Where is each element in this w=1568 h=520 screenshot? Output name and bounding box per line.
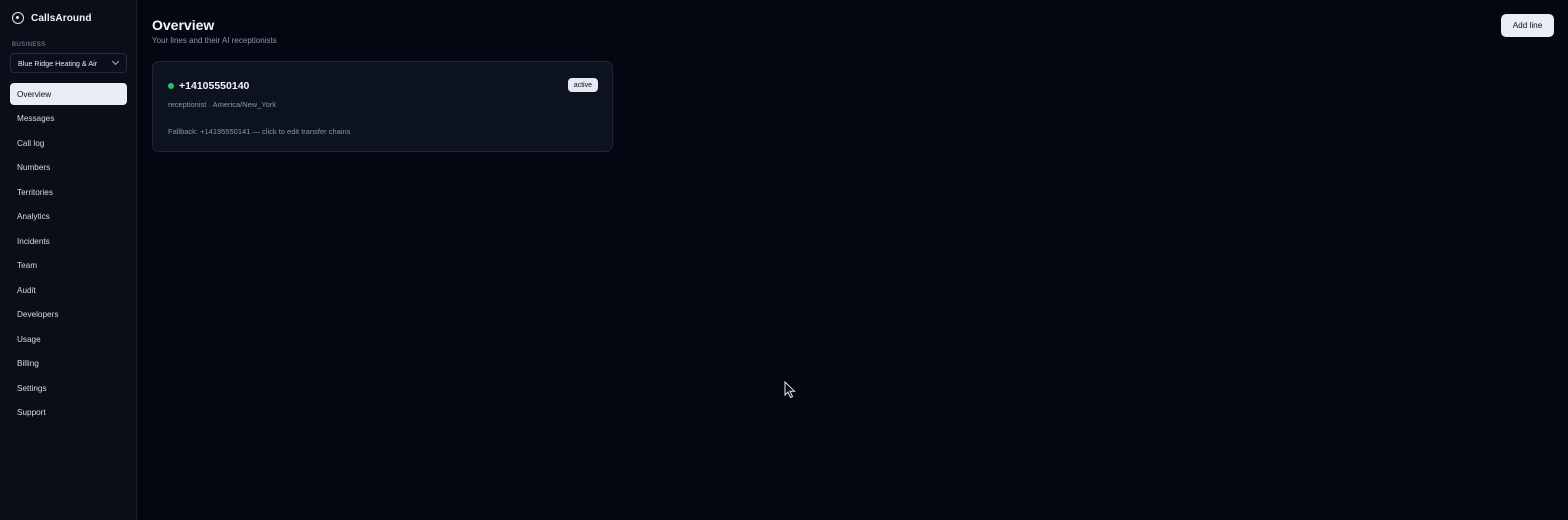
target-icon (12, 12, 24, 24)
brand[interactable]: CallsAround (12, 12, 92, 24)
sidebar-item-analytics[interactable]: Analytics (10, 206, 127, 228)
brand-name: CallsAround (31, 12, 92, 24)
fallback-link[interactable]: Fallback: +14195550141 — click to edit t… (168, 127, 350, 136)
business-select-value: Blue Ridge Heating & Air (18, 58, 98, 68)
status-badge: active (567, 78, 598, 92)
sidebar: CallsAround BUSINESS Blue Ridge Heating … (0, 0, 137, 520)
sidebar-item-usage[interactable]: Usage (10, 328, 127, 350)
page-subtitle: Your lines and their AI receptionists (152, 36, 277, 45)
line-card[interactable]: +14105550140 active receptionist · Ameri… (152, 61, 613, 152)
sidebar-item-audit[interactable]: Audit (10, 279, 127, 301)
sidebar-item-messages[interactable]: Messages (10, 108, 127, 130)
sidebar-item-call-log[interactable]: Call log (10, 132, 127, 154)
main-content: Overview Your lines and their AI recepti… (137, 0, 1568, 520)
sidebar-item-billing[interactable]: Billing (10, 353, 127, 375)
sidebar-item-support[interactable]: Support (10, 402, 127, 424)
sidebar-item-overview[interactable]: Overview (10, 83, 127, 105)
sidebar-item-settings[interactable]: Settings (10, 377, 127, 399)
sidebar-item-team[interactable]: Team (10, 255, 127, 277)
app-root: CallsAround BUSINESS Blue Ridge Heating … (0, 0, 1568, 520)
add-line-button[interactable]: Add line (1501, 14, 1554, 37)
chevron-down-icon (111, 57, 120, 66)
line-meta: receptionist · America/New_York (168, 100, 277, 109)
sidebar-item-numbers[interactable]: Numbers (10, 157, 127, 179)
sidebar-item-developers[interactable]: Developers (10, 304, 127, 326)
business-section-label: BUSINESS (12, 42, 46, 48)
mouse-cursor-icon (784, 381, 796, 399)
sidebar-item-incidents[interactable]: Incidents (10, 230, 127, 252)
business-select[interactable]: Blue Ridge Heating & Air (10, 53, 127, 73)
status-dot-icon (168, 83, 174, 89)
line-number: +14105550140 (179, 80, 250, 92)
page-title: Overview (152, 17, 215, 33)
sidebar-item-territories[interactable]: Territories (10, 181, 127, 203)
sidebar-nav: Overview Messages Call log Numbers Terri… (10, 83, 127, 426)
